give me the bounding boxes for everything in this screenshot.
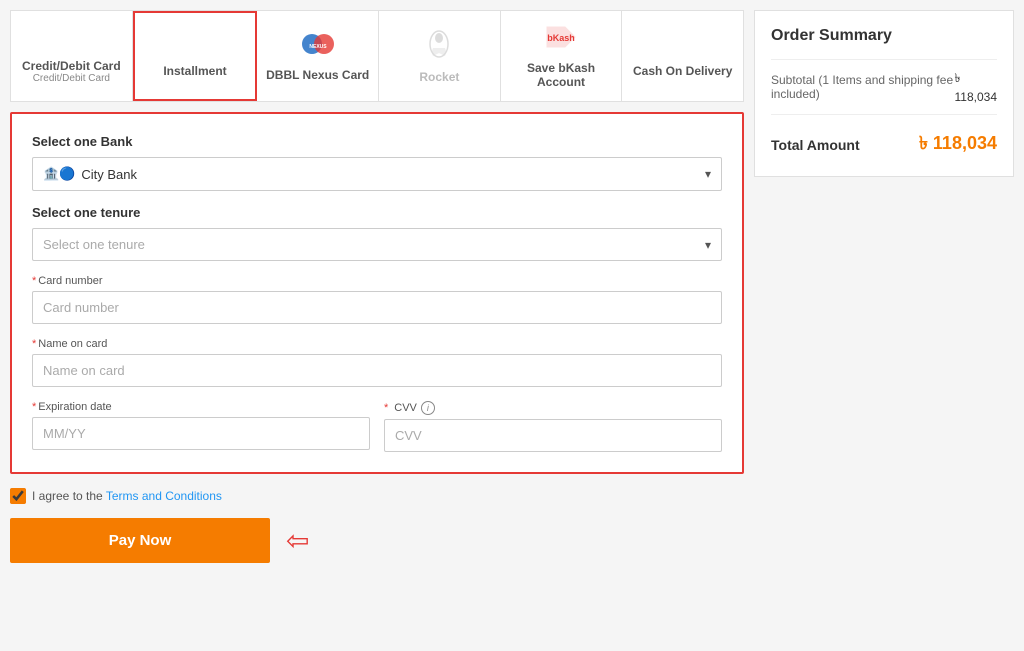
expiry-label: *Expiration date — [32, 401, 370, 413]
summary-divider-2 — [771, 114, 997, 115]
expiry-field-group: *Expiration date — [32, 401, 370, 452]
tab-dbbl[interactable]: NEXUS DBBL Nexus Card — [257, 11, 379, 101]
card-number-required-star: * — [32, 275, 36, 287]
summary-divider-1 — [771, 59, 997, 60]
expiry-input[interactable] — [32, 417, 370, 450]
subtotal-amount: ৳ 118,034 — [955, 70, 998, 104]
tab-installment[interactable]: Installment — [133, 11, 258, 101]
arrow-left-icon: ⇦ — [286, 524, 309, 557]
name-on-card-input[interactable] — [32, 354, 722, 387]
main-area: Credit/Debit Card Credit/Debit Card Inst… — [10, 10, 744, 641]
cvv-field-group: * CVV i — [384, 401, 722, 452]
tab-installment-label: Installment — [163, 64, 226, 78]
tab-cod-label: Cash On Delivery — [633, 64, 732, 78]
page-wrapper: Credit/Debit Card Credit/Debit Card Inst… — [0, 0, 1024, 651]
dbbl-icon: NEXUS — [298, 30, 338, 64]
tab-dbbl-label: DBBL Nexus Card — [266, 68, 369, 82]
bank-flag-icon: 🏦🔵 — [43, 166, 75, 182]
name-on-card-label: *Name on card — [32, 338, 722, 350]
tab-bkash[interactable]: bKash Save bKash Account — [501, 11, 623, 101]
total-amount: ৳ 118,034 — [919, 129, 997, 160]
card-number-label: *Card number — [32, 275, 722, 287]
bank-select-dropdown[interactable]: 🏦🔵 City Bank ▾ — [32, 157, 722, 191]
installment-form: Select one Bank 🏦🔵 City Bank ▾ Select on… — [10, 112, 744, 474]
rocket-icon — [423, 28, 455, 66]
bkash-icon: bKash — [541, 23, 581, 57]
cvv-label: * CVV i — [384, 401, 722, 415]
tenure-placeholder: Select one tenure — [43, 237, 145, 252]
tenure-chevron-icon: ▾ — [705, 238, 711, 252]
terms-row: I agree to the Terms and Conditions — [10, 484, 744, 508]
tenure-field-group: Select one tenure Select one tenure ▾ — [32, 205, 722, 261]
tab-cod[interactable]: $ Cash On Delivery — [622, 11, 743, 101]
expiry-required-star: * — [32, 401, 36, 413]
terms-link[interactable]: Terms and Conditions — [106, 489, 222, 503]
cvv-input[interactable] — [384, 419, 722, 452]
order-summary: Order Summary Subtotal (1 Items and ship… — [754, 10, 1014, 177]
total-row: Total Amount ৳ 118,034 — [771, 129, 997, 160]
select-tenure-label: Select one tenure — [32, 205, 722, 220]
name-on-card-field-group: *Name on card — [32, 338, 722, 387]
select-bank-label: Select one Bank — [32, 134, 722, 149]
expiry-cvv-row: *Expiration date * CVV i — [32, 401, 722, 452]
svg-text:bKash: bKash — [547, 33, 575, 43]
svg-text:NEXUS: NEXUS — [309, 44, 327, 50]
terms-text: I agree to the Terms and Conditions — [32, 489, 222, 503]
chevron-down-icon: ▾ — [705, 167, 711, 181]
subtotal-label: Subtotal (1 Items and shipping fee inclu… — [771, 73, 955, 101]
order-summary-title: Order Summary — [771, 27, 997, 45]
payment-tabs: Credit/Debit Card Credit/Debit Card Inst… — [10, 10, 744, 102]
tab-bkash-label: Save bKash Account — [506, 61, 617, 89]
terms-checkbox[interactable] — [10, 488, 26, 504]
pay-now-button[interactable]: Pay Now — [10, 518, 270, 563]
tab-credit-debit[interactable]: Credit/Debit Card Credit/Debit Card — [11, 11, 133, 101]
pay-row: Pay Now ⇦ — [10, 518, 744, 563]
tab-credit-debit-label: Credit/Debit Card — [22, 59, 121, 73]
card-number-input[interactable] — [32, 291, 722, 324]
cvv-info-icon[interactable]: i — [421, 401, 435, 415]
selected-bank-name: City Bank — [81, 167, 137, 182]
tab-rocket[interactable]: Rocket — [379, 11, 501, 101]
tab-rocket-label: Rocket — [419, 70, 459, 84]
bank-field-group: Select one Bank 🏦🔵 City Bank ▾ — [32, 134, 722, 191]
subtotal-row: Subtotal (1 Items and shipping fee inclu… — [771, 70, 997, 104]
card-number-field-group: *Card number — [32, 275, 722, 324]
tab-credit-debit-sublabel: Credit/Debit Card — [33, 73, 110, 84]
tenure-select-dropdown[interactable]: Select one tenure ▾ — [32, 228, 722, 261]
cvv-required-star: * — [384, 402, 388, 414]
name-required-star: * — [32, 338, 36, 350]
total-label: Total Amount — [771, 137, 860, 153]
